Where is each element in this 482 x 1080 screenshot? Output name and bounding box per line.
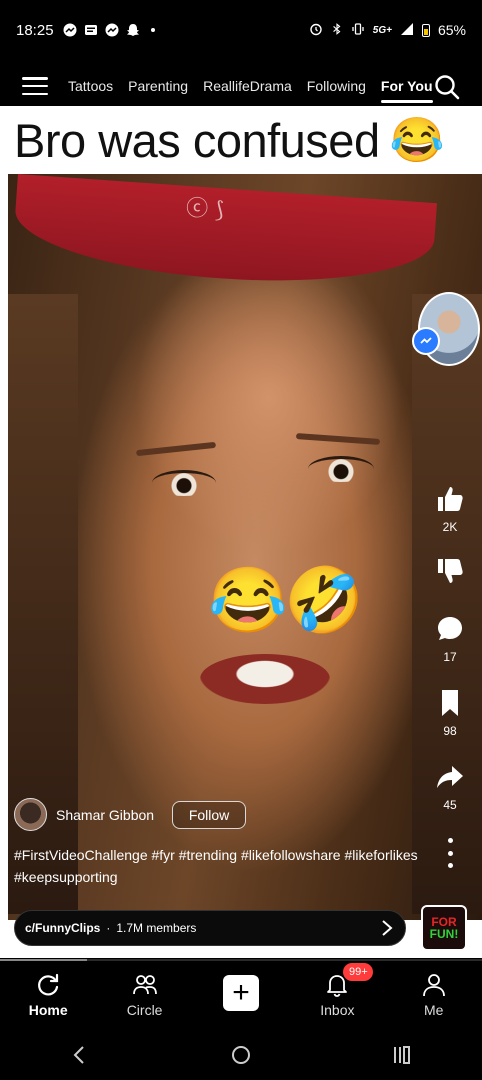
tab-reallifedrama[interactable]: ReallifeDrama	[203, 78, 292, 94]
signal-icon	[400, 22, 414, 39]
snapchat-icon	[126, 23, 140, 37]
like-count: 2K	[442, 520, 458, 534]
community-bar[interactable]: c/FunnyClips · 1.7M members	[14, 910, 406, 946]
right-brow	[295, 433, 381, 445]
news-icon	[84, 23, 98, 37]
back-icon[interactable]	[69, 1044, 91, 1066]
laughing-emoji-icon: 😂	[389, 116, 445, 165]
hashtags-line-2[interactable]: #keepsupporting	[14, 866, 434, 888]
network-type: 5G+	[372, 24, 392, 36]
status-right: 5G+ 65%	[309, 22, 466, 39]
hashtags[interactable]: #FirstVideoChallenge #fyr #trending #lik…	[14, 844, 434, 888]
menu-icon[interactable]	[22, 77, 48, 95]
share-button[interactable]: 45	[430, 762, 470, 812]
tab-inbox[interactable]: 99+ Inbox	[297, 963, 377, 1018]
comment-button[interactable]: 17	[430, 614, 470, 664]
video-caption-band: Bro was confused 😂	[0, 106, 482, 174]
bottom-tab-bar: Home Circle + 99+ Inbox Me	[0, 963, 482, 1026]
hair-right	[412, 294, 482, 914]
comment-count: 17	[443, 650, 457, 664]
people-icon	[132, 975, 157, 995]
tab-following[interactable]: Following	[307, 78, 366, 94]
author-name[interactable]: Shamar Gibbon	[56, 807, 154, 823]
tab-me-label: Me	[424, 1002, 444, 1018]
tab-circle-label: Circle	[126, 1002, 163, 1018]
bandana: ⓒ ⟆	[11, 174, 437, 294]
thumbs-up-icon	[438, 487, 463, 511]
tab-circle[interactable]: Circle	[105, 966, 185, 1018]
battery-level: 65%	[437, 22, 466, 38]
messenger-icon	[63, 23, 77, 37]
community-separator: ·	[106, 921, 111, 935]
tab-create[interactable]: +	[201, 966, 281, 1011]
left-brow	[135, 441, 217, 457]
community-name: c/FunnyClips	[25, 921, 101, 935]
save-button[interactable]: 98	[430, 688, 470, 738]
follow-button[interactable]: Follow	[172, 800, 247, 829]
create-plus-icon[interactable]: +	[222, 975, 259, 1011]
battery-icon	[421, 23, 430, 37]
right-eye	[308, 456, 374, 482]
bookmark-icon	[442, 690, 458, 716]
person-icon	[422, 974, 445, 997]
tab-me[interactable]: Me	[394, 966, 474, 1018]
thumbs-down-icon	[438, 559, 463, 583]
save-count: 98	[443, 724, 457, 738]
comment-icon	[438, 617, 462, 640]
author-row: Shamar Gibbon Follow	[14, 798, 247, 831]
top-nav: Tattoos Parenting ReallifeDrama Followin…	[0, 62, 482, 110]
home-refresh-icon	[38, 973, 59, 996]
more-notifications-dot	[150, 28, 155, 32]
system-nav-bar	[0, 1030, 482, 1080]
share-arrow-icon	[437, 766, 463, 788]
badge-line-2: FUN!	[429, 927, 459, 941]
bandana-print: ⓒ ⟆	[185, 195, 225, 224]
tab-home-label: Home	[28, 1002, 68, 1018]
messenger-icon	[105, 23, 119, 37]
mouth	[200, 654, 330, 704]
bluetooth-icon	[331, 22, 343, 39]
tab-tattoos[interactable]: Tattoos	[68, 78, 113, 94]
tab-parenting[interactable]: Parenting	[128, 78, 188, 94]
more-options-icon[interactable]	[444, 838, 456, 868]
video-caption-text: Bro was confused	[14, 113, 380, 167]
status-left: 18:25	[16, 22, 155, 39]
community-badge[interactable]: FOR FUN!	[421, 905, 467, 951]
tab-home[interactable]: Home	[8, 966, 88, 1018]
inbox-badge: 99+	[343, 963, 374, 981]
share-count: 45	[443, 798, 457, 812]
tab-for-you[interactable]: For You	[380, 78, 433, 103]
feed-tabs: Tattoos Parenting ReallifeDrama Followin…	[68, 78, 433, 103]
author-avatar[interactable]	[14, 798, 47, 831]
alarm-icon	[309, 22, 323, 39]
recents-icon[interactable]	[391, 1044, 413, 1066]
video-progress-bar[interactable]	[0, 959, 482, 961]
hashtags-line-1[interactable]: #FirstVideoChallenge #fyr #trending #lik…	[14, 844, 434, 866]
chevron-right-icon	[382, 920, 393, 936]
vibrate-icon	[351, 22, 365, 39]
dislike-button[interactable]	[430, 556, 470, 586]
search-icon[interactable]	[434, 74, 460, 100]
rofl-emoji-icon: 🤣	[284, 564, 364, 636]
status-time: 18:25	[16, 21, 54, 39]
like-button[interactable]: 2K	[430, 484, 470, 534]
laughing-emoji-icon: 😂	[208, 564, 288, 636]
community-members: 1.7M members	[116, 921, 197, 935]
status-bar: 18:25 5G+ 65%	[0, 0, 482, 60]
video-progress-fill	[0, 959, 87, 961]
home-circle-icon[interactable]	[230, 1044, 252, 1066]
tab-inbox-label: Inbox	[320, 1002, 355, 1018]
messenger-share-icon[interactable]	[412, 327, 440, 355]
left-eye	[152, 470, 216, 496]
